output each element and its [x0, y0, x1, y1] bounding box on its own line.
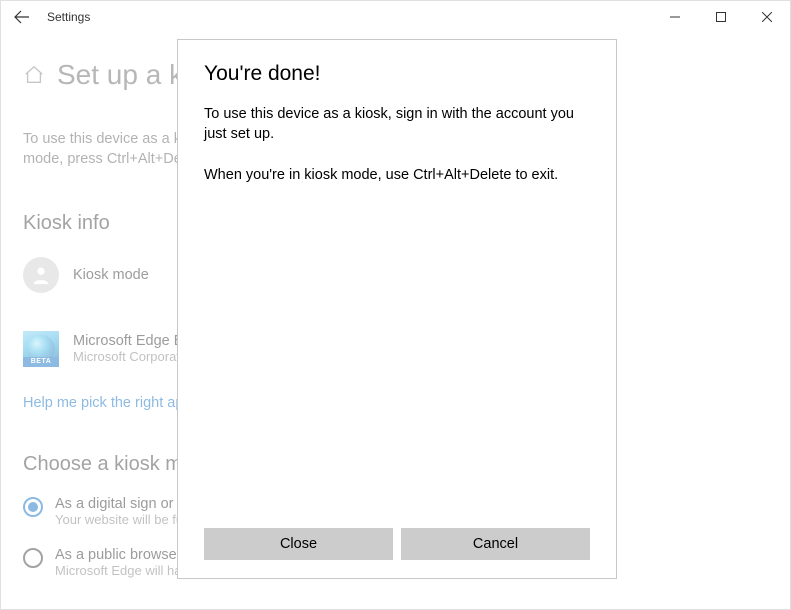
cancel-button[interactable]: Cancel: [401, 528, 590, 560]
dialog-body: To use this device as a kiosk, sign in w…: [204, 104, 590, 185]
maximize-button[interactable]: [698, 1, 744, 33]
close-icon: [762, 12, 772, 22]
dialog-buttons: Close Cancel: [204, 528, 590, 560]
maximize-icon: [716, 12, 726, 22]
dialog-body-line: When you're in kiosk mode, use Ctrl+Alt+…: [204, 165, 590, 185]
arrow-left-icon: [14, 9, 30, 25]
done-dialog: You're done! To use this device as a kio…: [177, 39, 617, 579]
dialog-body-line: To use this device as a kiosk, sign in w…: [204, 104, 590, 145]
minimize-icon: [670, 12, 680, 22]
titlebar: Settings: [1, 1, 790, 33]
close-button[interactable]: Close: [204, 528, 393, 560]
minimize-button[interactable]: [652, 1, 698, 33]
back-button[interactable]: [11, 6, 33, 28]
close-window-button[interactable]: [744, 1, 790, 33]
dialog-title: You're done!: [204, 62, 590, 86]
window-controls: [652, 1, 790, 33]
window-title: Settings: [47, 10, 90, 24]
